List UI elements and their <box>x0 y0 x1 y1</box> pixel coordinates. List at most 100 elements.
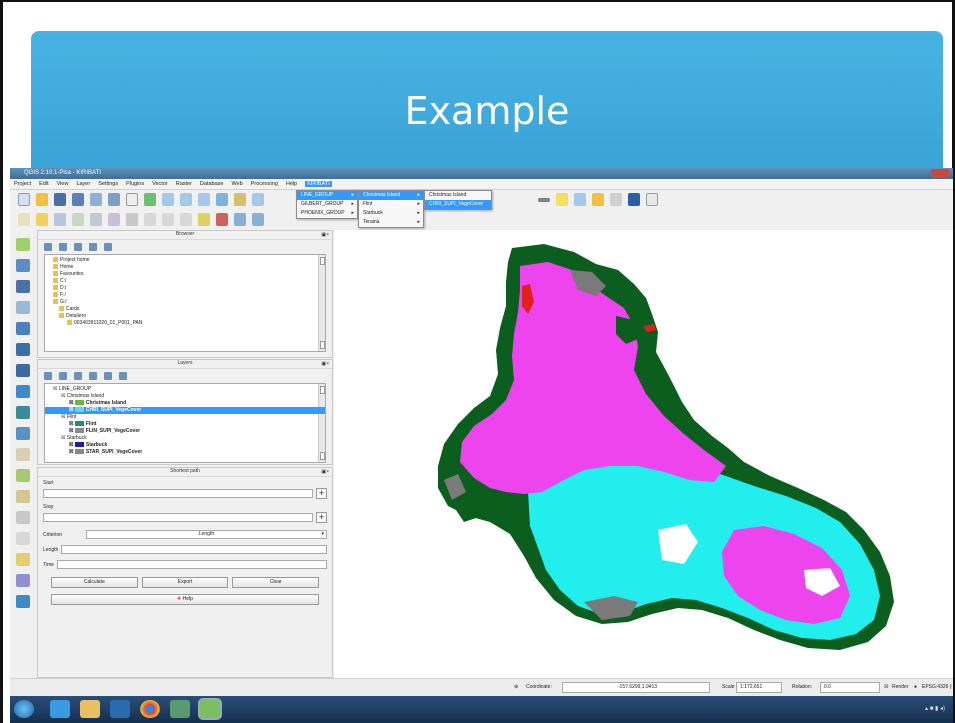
length-field[interactable] <box>61 545 327 554</box>
plugin-icon[interactable] <box>16 595 30 608</box>
save-project-icon[interactable] <box>54 193 66 206</box>
browser-tree[interactable]: Project home Home Favourites C:/D:/F:/G:/Ca… <box>44 254 326 352</box>
close-button[interactable] <box>931 169 949 178</box>
menu-item-teraina[interactable]: Teraina ▸ <box>359 218 423 227</box>
ie-icon[interactable] <box>50 700 70 718</box>
stop-point-field[interactable] <box>43 513 313 522</box>
refresh-icon[interactable] <box>59 243 67 251</box>
menu-edit[interactable]: Edit <box>39 181 48 187</box>
menu-settings[interactable]: Settings <box>98 181 118 187</box>
georef-icon[interactable] <box>16 574 30 587</box>
add-wfs-layer-icon[interactable] <box>16 427 30 440</box>
menu-raster[interactable]: Raster <box>176 181 192 187</box>
filter-icon[interactable] <box>74 243 82 251</box>
start-point-field[interactable] <box>43 489 313 498</box>
digitize-line-icon[interactable] <box>16 532 30 545</box>
menu-item-flint[interactable]: Flint ▸ <box>359 200 423 209</box>
layer-item[interactable]: ☒ Starbuck <box>45 435 325 442</box>
new-project-icon[interactable] <box>18 193 30 206</box>
save-as-icon[interactable] <box>72 193 84 206</box>
menu-view[interactable]: View <box>57 181 69 187</box>
add-group-icon[interactable] <box>59 372 67 380</box>
add-postgis-layer-icon[interactable] <box>16 280 30 293</box>
filter-legend-icon[interactable] <box>74 372 82 380</box>
node-tool-icon[interactable] <box>108 213 120 226</box>
layer-item[interactable]: ☒ Flint <box>45 421 325 428</box>
layer-item[interactable]: ☒ Flint <box>45 414 325 421</box>
digitize-poly-icon[interactable] <box>16 553 30 566</box>
layer-item[interactable]: ☒ LINE_GROUP <box>45 386 325 393</box>
expand-all-icon[interactable] <box>89 372 97 380</box>
menu-plugins[interactable]: Plugins <box>126 181 144 187</box>
add-raster-layer-icon[interactable] <box>16 259 30 272</box>
stop-capture-button[interactable]: + <box>316 512 327 523</box>
layer-item[interactable]: ☒ Starbuck <box>45 442 325 449</box>
zoom-native-icon[interactable] <box>198 193 210 206</box>
save-edits-icon[interactable] <box>54 213 66 226</box>
collapse-icon[interactable] <box>89 243 97 251</box>
browser-item[interactable]: Favourites <box>47 271 325 278</box>
media-player-icon[interactable] <box>110 700 130 718</box>
layer-item[interactable]: ☒ CHRI_SUPI_VegeCover <box>45 407 325 414</box>
explorer-icon[interactable] <box>80 700 100 718</box>
copy-features-icon[interactable] <box>162 213 174 226</box>
open-styling-icon[interactable] <box>44 372 52 380</box>
help-button[interactable]: ✚ Help <box>51 594 319 605</box>
add-feature-icon[interactable] <box>72 213 84 226</box>
layer-item[interactable]: ☒ Christmas Island <box>45 400 325 407</box>
export-button[interactable]: Export <box>141 577 229 588</box>
menu-item-chri-supi-vegecover[interactable]: CHRI_SUPI_VegeCover <box>425 200 491 209</box>
show-labels-icon[interactable] <box>234 213 246 226</box>
collapse-all-icon[interactable] <box>104 372 112 380</box>
layer-item[interactable]: ☒ Christmas Island <box>45 393 325 400</box>
criterion-select[interactable]: Length <box>86 530 327 539</box>
time-field[interactable] <box>56 560 327 569</box>
new-shapefile-icon[interactable] <box>16 469 30 482</box>
move-feature-icon[interactable] <box>90 213 102 226</box>
add-gps-icon[interactable] <box>16 511 30 524</box>
clear-button[interactable]: Clear <box>232 577 320 588</box>
chrome-icon[interactable] <box>140 700 160 718</box>
render-checkbox[interactable]: ☒ <box>884 684 888 690</box>
pan-to-selection-icon[interactable] <box>144 193 156 206</box>
panel-float-close-icon[interactable]: ▣× <box>321 232 329 238</box>
zoom-full-icon[interactable] <box>216 193 228 206</box>
layers-tree[interactable]: ☒ LINE_GROUP ☒ Christmas Island ☒ Christma… <box>44 383 326 463</box>
menu-item-gilbert-group[interactable]: GILBERT_GROUP ▸ <box>297 200 357 209</box>
panel-float-close-icon[interactable]: ▣× <box>321 469 329 475</box>
layer-item[interactable]: ☒ FLIN_SUPI_VegeCover <box>45 428 325 435</box>
toggle-editing-icon[interactable] <box>36 213 48 226</box>
calculate-button[interactable]: Calculate <box>51 577 138 588</box>
menu-item-line-group[interactable]: LINE_GROUP ▸ <box>297 191 357 200</box>
menu-help[interactable]: Help <box>286 181 297 187</box>
panel-float-close-icon[interactable]: ▣× <box>321 361 329 367</box>
menu-vector[interactable]: Vector <box>152 181 168 187</box>
menu-item-christmas-island[interactable]: Christmas Island <box>425 191 491 200</box>
layer-item[interactable]: ☒ STAR_SUPI_VegeCover <box>45 449 325 456</box>
browser-item[interactable]: F:/ <box>47 292 325 299</box>
properties-icon[interactable] <box>104 243 112 251</box>
rotation-field[interactable]: 0.0 <box>820 682 880 693</box>
coordinate-field[interactable]: -157.6299,1.9413 <box>562 682 710 693</box>
menu-item-christmas-island[interactable]: Christmas Island ▸ <box>359 191 423 200</box>
browser-item[interactable]: C:/ <box>47 278 325 285</box>
add-mssql-layer-icon[interactable] <box>16 322 30 335</box>
add-vector-layer-icon[interactable] <box>16 238 30 251</box>
paste-features-icon[interactable] <box>180 213 192 226</box>
crs-icon[interactable]: ● <box>914 684 917 690</box>
measure-icon[interactable] <box>538 198 550 202</box>
current-edits-icon[interactable] <box>18 213 30 226</box>
browser-item[interactable]: D:/ <box>47 285 325 292</box>
add-db2-layer-icon[interactable] <box>16 364 30 377</box>
cut-features-icon[interactable] <box>144 213 156 226</box>
tips-icon[interactable] <box>592 193 604 206</box>
browser-item[interactable]: 003403911020_01_P001_PAN <box>47 320 325 327</box>
browser-item[interactable]: Project home <box>47 257 325 264</box>
remove-layer-icon[interactable] <box>119 372 127 380</box>
zoom-layer-icon[interactable] <box>234 193 246 206</box>
add-spatialite-layer-icon[interactable] <box>16 301 30 314</box>
start-icon[interactable] <box>14 700 34 718</box>
add-layer-icon[interactable] <box>44 243 52 251</box>
menu-layer[interactable]: Layer <box>76 181 90 187</box>
add-wms-layer-icon[interactable] <box>16 385 30 398</box>
